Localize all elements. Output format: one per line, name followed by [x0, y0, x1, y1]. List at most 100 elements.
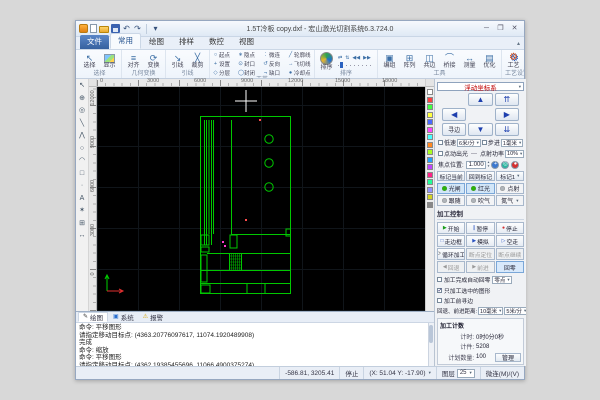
select-tool[interactable]: ↖	[77, 81, 87, 90]
layer-color-button[interactable]	[427, 164, 433, 170]
option-row-0[interactable]: 加工完成自动回零零点▾	[437, 275, 524, 284]
sort-slider[interactable]	[338, 63, 374, 67]
star-tool[interactable]: ✶	[77, 206, 87, 215]
checkbox[interactable]	[437, 288, 442, 293]
status-mouse-position[interactable]: (X: 51.04 Y: -17.90)▾	[363, 367, 436, 379]
layer-color-button[interactable]	[427, 187, 433, 193]
step-checkbox[interactable]	[482, 140, 487, 145]
dry-run-button[interactable]: ▷空走	[496, 235, 524, 247]
simulate-button[interactable]: ▶模拟	[466, 235, 494, 247]
open-folder-icon[interactable]	[99, 26, 109, 33]
layer-color-button[interactable]	[427, 149, 433, 155]
jog-laser-checkbox[interactable]	[438, 151, 443, 156]
sort-mini-icon[interactable]: ⇅	[345, 55, 349, 61]
layer-color-button[interactable]	[427, 104, 433, 110]
scrollbar-thumb[interactable]	[429, 325, 433, 343]
log-scrollbar[interactable]	[428, 323, 434, 366]
craft-item[interactable]: ∗隐点	[238, 51, 261, 59]
breakpoint-locate-button[interactable]: 断点定位	[466, 248, 494, 260]
minimize-button[interactable]: ─	[480, 23, 493, 34]
node-tool[interactable]: ◎	[77, 106, 87, 115]
save-icon[interactable]	[111, 24, 120, 33]
layer-color-button[interactable]	[427, 127, 433, 133]
align-tool-button[interactable]: ≡ 对齐	[125, 53, 142, 69]
arc-tool[interactable]: ◠	[77, 156, 87, 165]
measure-tool-button[interactable]: ↔测量	[461, 53, 478, 69]
follow-toggle[interactable]: 跟随	[437, 195, 465, 206]
spinner[interactable]: ▴▾	[488, 161, 490, 168]
sort-mini-icon[interactable]: ⇄	[338, 55, 342, 61]
craft-item[interactable]: →飞切线	[288, 60, 311, 68]
loop-button[interactable]: ⟳循环加工	[437, 248, 465, 260]
checkbox[interactable]	[437, 298, 442, 303]
maximize-button[interactable]: ❐	[494, 23, 507, 34]
trim-tool-button[interactable]: ╳ 裁剪	[189, 53, 206, 69]
layer-color-button[interactable]	[427, 172, 433, 178]
mark-button-2[interactable]: 标记1▾	[496, 171, 524, 181]
bridge-tool-button[interactable]: ⌒桥接	[441, 53, 458, 69]
craft-item[interactable]: ⁚微连	[263, 51, 286, 59]
display-tool-button[interactable]: 显示	[101, 53, 118, 69]
jog-up-button[interactable]: ▲	[468, 93, 492, 106]
layer-color-button[interactable]	[427, 142, 433, 148]
slow-speed-checkbox[interactable]	[438, 140, 443, 145]
edge-find-tool[interactable]: ⊕	[77, 94, 87, 103]
start-button[interactable]: ▶开始	[437, 222, 465, 234]
layer-color-button[interactable]	[427, 202, 433, 208]
manage-button[interactable]: 管理	[495, 353, 521, 362]
log-tab-2[interactable]: ⚠报警	[139, 312, 167, 322]
lead-line-tool-button[interactable]: ↘ 引线	[169, 53, 186, 69]
craft-item[interactable]: ⊙封口	[238, 60, 261, 68]
burst-power-select[interactable]: 10%▾	[505, 150, 524, 158]
slow-speed-select[interactable]: 6米/分▾	[457, 139, 481, 147]
undo-icon[interactable]: ↶	[122, 24, 131, 33]
craft-item[interactable]: ●冷却点	[288, 69, 311, 77]
new-file-icon[interactable]	[90, 24, 97, 33]
close-button[interactable]: ✕	[508, 23, 521, 34]
craft-item[interactable]: ¬缺口	[263, 69, 286, 77]
common-edge-tool-button[interactable]: ◫共边	[421, 53, 438, 69]
layer-color-button[interactable]	[427, 89, 433, 95]
layer-color-button[interactable]	[427, 119, 433, 125]
craft-item[interactable]: ◇分层	[213, 69, 236, 77]
shutter-toggle[interactable]: 光闸	[437, 183, 465, 194]
craft-item[interactable]: ╱轮廓线	[288, 51, 311, 59]
forward-button[interactable]: ▶前进	[466, 261, 494, 273]
sort-tool-button[interactable]: 排序	[318, 52, 335, 71]
backward-button[interactable]: ◀回退	[437, 261, 465, 273]
app-icon[interactable]	[79, 24, 88, 33]
craft-item[interactable]: ◯封闭	[238, 69, 261, 77]
optimize-tool-button[interactable]: ▤优化	[481, 53, 498, 69]
cad-canvas[interactable]	[97, 87, 425, 311]
ribbon-tab-0[interactable]: 文件	[80, 35, 109, 49]
array-tool-button[interactable]: ⊞阵列	[401, 53, 418, 69]
checkbox[interactable]	[437, 277, 442, 282]
transform-tool-button[interactable]: ⟳ 变换	[145, 53, 162, 69]
polyline-tool[interactable]: ⋀	[77, 131, 87, 140]
measure-tool[interactable]: ↔	[77, 231, 87, 240]
layer-color-button[interactable]	[427, 157, 433, 163]
layer-color-button[interactable]	[427, 112, 433, 118]
frame-button[interactable]: □走边框	[437, 235, 465, 247]
layer-color-button[interactable]	[427, 97, 433, 103]
option-row-1[interactable]: 只加工选中的图形	[437, 286, 524, 295]
craft-settings-button[interactable]: ⚙ 工艺	[505, 53, 522, 69]
array-tool[interactable]: ⊞	[77, 219, 87, 228]
stop-button[interactable]: ●停止	[496, 222, 524, 234]
rect-tool[interactable]: □	[77, 169, 87, 178]
return-zero-button[interactable]: 回零	[496, 261, 524, 273]
layer-color-button[interactable]	[427, 179, 433, 185]
group-tool-button[interactable]: ▣编组	[381, 53, 398, 69]
redo-icon[interactable]: ↷	[133, 24, 142, 33]
line-tool[interactable]: ╲	[77, 119, 87, 128]
speed-select[interactable]: 5米/分▾	[504, 307, 526, 315]
select-tool-button[interactable]: ↖ 选择	[81, 53, 98, 69]
mark-button-0[interactable]: 标记当前	[437, 171, 465, 181]
craft-item[interactable]: ○起点	[213, 51, 236, 59]
option-combo[interactable]: 零点▾	[492, 276, 511, 284]
ribbon-tab-3[interactable]: 排样	[172, 35, 201, 49]
breakpoint-resume-button[interactable]: 断点继续	[496, 248, 524, 260]
log-tab-0[interactable]: ✎绘图	[78, 312, 108, 322]
sort-mini-icon[interactable]: ◀◀	[352, 55, 360, 61]
layer-color-button[interactable]	[427, 134, 433, 140]
